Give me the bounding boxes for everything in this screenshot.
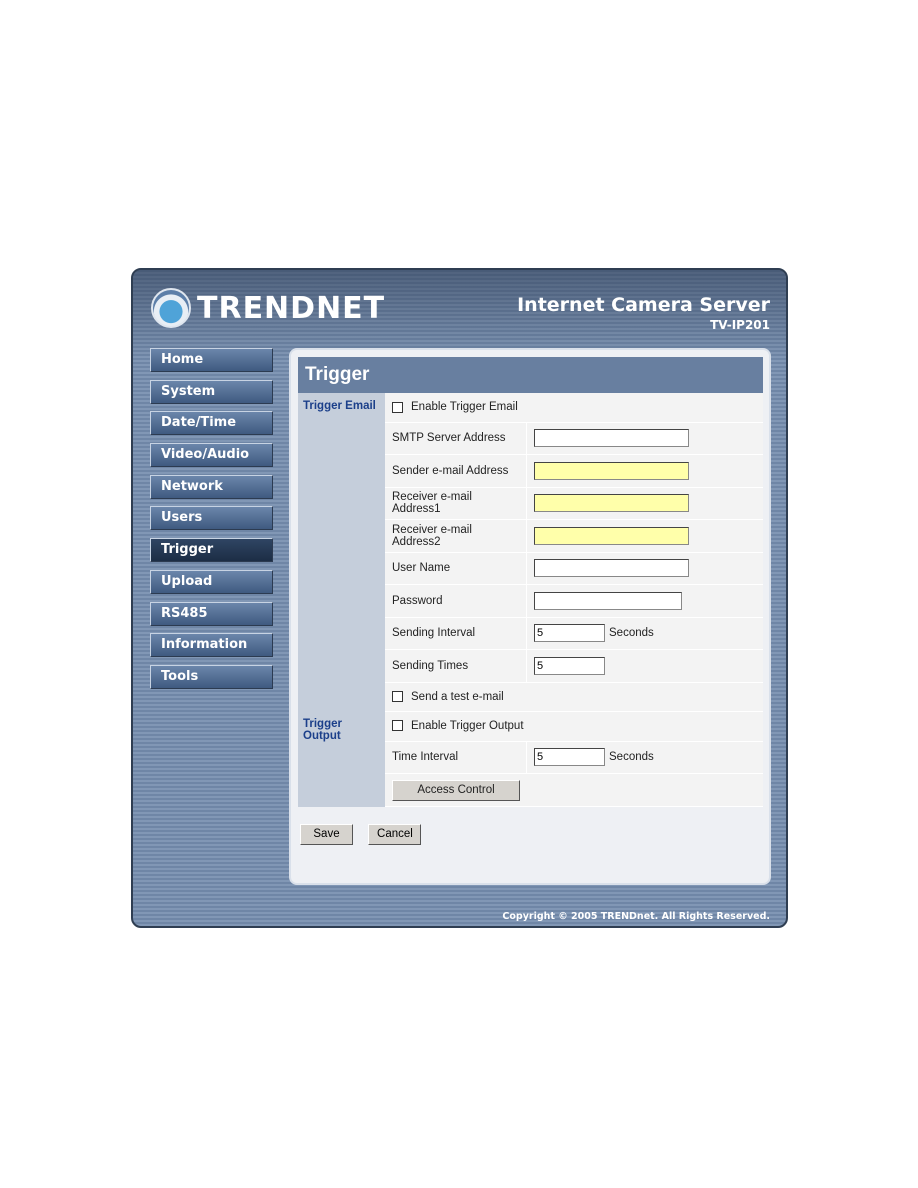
product-title: Internet Camera Server [517, 294, 770, 316]
logo-text: TRENDNET [197, 290, 386, 326]
save-button[interactable]: Save [300, 824, 353, 845]
nav-trigger[interactable]: Trigger [150, 538, 273, 563]
logo-globe-icon [151, 288, 191, 328]
smtp-server-input[interactable] [534, 429, 689, 448]
trigger-form: Trigger Email Enable Trigger Email SMTP … [298, 393, 763, 807]
copyright: Copyright © 2005 TRENDnet. All Rights Re… [502, 911, 770, 922]
nav-users[interactable]: Users [150, 506, 273, 531]
receiver2-label: Receiver e-mail Address2 [385, 519, 527, 553]
form-actions: Save Cancel [300, 824, 422, 845]
sender-label: Sender e-mail Address [385, 454, 527, 488]
cancel-button[interactable]: Cancel [368, 824, 422, 845]
nav-information[interactable]: Information [150, 633, 273, 658]
product-model: TV-IP201 [710, 318, 770, 332]
nav-network[interactable]: Network [150, 474, 273, 499]
product-header: Internet Camera Server TV-IP201 [517, 294, 770, 332]
send-test-email-label: Send a test e-mail [411, 690, 504, 703]
section-trigger-output: Trigger Output [298, 711, 385, 807]
receiver-email2-input[interactable] [534, 526, 689, 545]
app-frame: TRENDNET Internet Camera Server TV-IP201… [131, 268, 788, 928]
section-trigger-email: Trigger Email [298, 393, 385, 711]
trendnet-logo: TRENDNET [151, 288, 385, 328]
nav-date-time[interactable]: Date/Time [150, 411, 273, 436]
time-interval-input[interactable] [534, 748, 605, 767]
receiver-email1-input[interactable] [534, 494, 689, 513]
time-interval-unit: Seconds [609, 751, 654, 764]
sidebar-nav: Home System Date/Time Video/Audio Networ… [150, 348, 273, 697]
nav-video-audio[interactable]: Video/Audio [150, 443, 273, 468]
send-test-email-checkbox[interactable] [392, 690, 403, 702]
page-title: Trigger [298, 357, 763, 393]
password-input[interactable] [534, 591, 682, 610]
sending-times-label: Sending Times [385, 649, 527, 683]
nav-rs485[interactable]: RS485 [150, 601, 273, 626]
enable-trigger-email-label: Enable Trigger Email [411, 401, 518, 414]
sending-interval-label: Sending Interval [385, 617, 527, 650]
password-label: Password [385, 584, 527, 618]
nav-tools[interactable]: Tools [150, 664, 273, 689]
username-label: User Name [385, 552, 527, 585]
receiver1-label: Receiver e-mail Address1 [385, 487, 527, 520]
enable-trigger-email-checkbox[interactable] [392, 401, 403, 413]
username-input[interactable] [534, 559, 689, 578]
sending-times-input[interactable] [534, 656, 605, 675]
access-control-button[interactable]: Access Control [392, 779, 520, 801]
nav-upload[interactable]: Upload [150, 569, 273, 594]
sending-interval-unit: Seconds [609, 627, 654, 640]
time-interval-label: Time Interval [385, 741, 527, 774]
nav-home[interactable]: Home [150, 348, 273, 372]
enable-trigger-output-label: Enable Trigger Output [411, 720, 524, 732]
sender-email-input[interactable] [534, 461, 689, 480]
smtp-label: SMTP Server Address [385, 422, 527, 455]
nav-system[interactable]: System [150, 379, 273, 404]
sending-interval-input[interactable] [534, 624, 605, 643]
content-panel: Trigger Trigger Email Enable Trigger Ema… [289, 348, 771, 885]
enable-trigger-output-checkbox[interactable] [392, 720, 403, 732]
